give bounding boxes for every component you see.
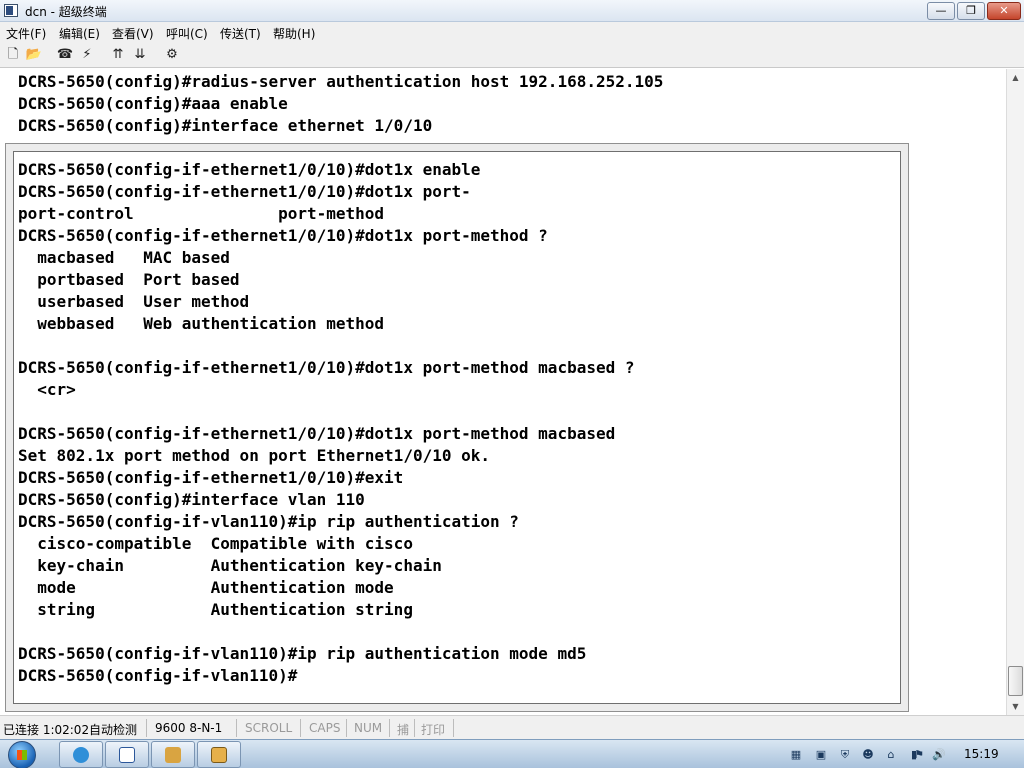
call-icon[interactable]: ☎ xyxy=(56,46,74,63)
status-bar: 已连接 1:02:02 自动检测 9600 8-N-1 SCROLL CAPS … xyxy=(0,715,1024,739)
scroll-up-icon[interactable]: ▲ xyxy=(1007,69,1024,86)
taskbar-word-button[interactable] xyxy=(105,741,149,768)
title-bar[interactable]: dcn - 超级终端 — ❐ ✕ xyxy=(0,0,1024,22)
menu-call[interactable]: 呼叫(C) xyxy=(166,25,208,42)
terminal-line: key-chain Authentication key-chain xyxy=(18,556,442,575)
terminal-line: DCRS-5650(config)#radius-server authenti… xyxy=(18,72,664,91)
ie-icon xyxy=(73,747,89,763)
keyboard-icon[interactable]: ▦ xyxy=(789,748,803,762)
status-divider xyxy=(300,719,301,737)
status-divider xyxy=(236,719,237,737)
flag-icon[interactable]: ⚑ xyxy=(912,748,926,762)
terminal-line: macbased MAC based xyxy=(18,248,230,267)
taskbar: ▦ ▣ ⛨ ☻ ⌂ ▮ ⚑ 🔊 15:19 xyxy=(0,739,1024,768)
terminal-line: mode Authentication mode xyxy=(18,578,394,597)
status-divider xyxy=(346,719,347,737)
disconnect-icon[interactable]: ⚡ xyxy=(78,46,96,63)
hyperterminal-app-icon[interactable] xyxy=(4,4,18,17)
minimize-button[interactable]: — xyxy=(927,2,955,20)
terminal-line: DCRS-5650(config-if-ethernet1/0/10)#dot1… xyxy=(18,160,481,179)
capture-status: 捕 xyxy=(397,723,410,737)
hyperterminal-icon xyxy=(211,747,227,763)
terminal-line: DCRS-5650(config-if-vlan110)#ip rip auth… xyxy=(18,512,519,531)
status-divider xyxy=(453,719,454,737)
vertical-scrollbar[interactable]: ▲ ▼ xyxy=(1006,69,1024,715)
menu-help[interactable]: 帮助(H) xyxy=(273,25,315,42)
caps-lock-status: CAPS xyxy=(309,721,341,735)
scroll-down-icon[interactable]: ▼ xyxy=(1007,698,1024,715)
terminal-line: DCRS-5650(config-if-vlan110)# xyxy=(18,666,298,685)
terminal-line: webbased Web authentication method xyxy=(18,314,385,333)
status-divider xyxy=(414,719,415,737)
terminal-line: userbased User method xyxy=(18,292,250,311)
menu-file[interactable]: 文件(F) xyxy=(6,25,46,42)
box-icon xyxy=(165,747,181,763)
terminal-line: Set 802.1x port method on port Ethernet1… xyxy=(18,446,491,465)
terminal-line: DCRS-5650(config)#interface ethernet 1/0… xyxy=(18,116,433,135)
network-icon[interactable]: ▣ xyxy=(814,748,828,762)
terminal-line: DCRS-5650(config-if-ethernet1/0/10)#dot1… xyxy=(18,424,616,443)
status-divider xyxy=(389,719,390,737)
close-button[interactable]: ✕ xyxy=(987,2,1021,20)
volume-icon[interactable]: 🔊 xyxy=(932,748,946,762)
menu-bar: 文件(F) 编辑(E) 查看(V) 呼叫(C) 传送(T) 帮助(H) xyxy=(0,22,1024,42)
terminal-line: portbased Port based xyxy=(18,270,240,289)
properties-icon[interactable]: ⚙ xyxy=(163,46,181,63)
toolbar: 🗋 📂 ☎ ⚡ ⇈ ⇊ ⚙ xyxy=(0,42,1024,68)
print-status: 打印 xyxy=(421,723,446,737)
shield-icon[interactable]: ⛨ xyxy=(838,748,852,762)
users-icon[interactable]: ☻ xyxy=(861,748,875,762)
word-icon xyxy=(119,747,135,763)
open-folder-icon[interactable]: 📂 xyxy=(25,46,43,63)
maximize-button[interactable]: ❐ xyxy=(957,2,985,20)
taskbar-box-button[interactable] xyxy=(151,741,195,768)
detect-status: 自动检测 xyxy=(89,723,138,737)
receive-icon[interactable]: ⇊ xyxy=(131,46,149,63)
taskbar-clock[interactable]: 15:19 xyxy=(964,747,999,761)
new-file-icon[interactable]: 🗋 xyxy=(4,46,22,63)
taskbar-ie-button[interactable] xyxy=(59,741,103,768)
terminal-line: string Authentication string xyxy=(18,600,413,619)
send-icon[interactable]: ⇈ xyxy=(109,46,127,63)
num-lock-status: NUM xyxy=(354,721,383,735)
terminal-line: <cr> xyxy=(18,380,76,399)
status-divider xyxy=(146,719,147,737)
terminal-line: cisco-compatible Compatible with cisco xyxy=(18,534,413,553)
terminal-area[interactable]: DCRS-5650(config)#radius-server authenti… xyxy=(0,69,1006,715)
terminal-line: DCRS-5650(config)#aaa enable xyxy=(18,94,288,113)
menu-transfer[interactable]: 传送(T) xyxy=(220,25,261,42)
terminal-line: DCRS-5650(config-if-ethernet1/0/10)#exit xyxy=(18,468,404,487)
scroll-lock-status: SCROLL xyxy=(245,721,293,735)
terminal-line: DCRS-5650(config-if-vlan110)#ip rip auth… xyxy=(18,644,587,663)
menu-view[interactable]: 查看(V) xyxy=(112,25,154,42)
terminal-line: DCRS-5650(config)#interface vlan 110 xyxy=(18,490,365,509)
start-button[interactable] xyxy=(8,741,36,768)
window-title: dcn - 超级终端 xyxy=(25,5,107,19)
taskbar-hyperterminal-button[interactable] xyxy=(197,741,241,768)
menu-edit[interactable]: 编辑(E) xyxy=(59,25,100,42)
device-icon[interactable]: ⌂ xyxy=(884,748,898,762)
terminal-line: port-control port-method xyxy=(18,204,385,223)
connection-status: 已连接 1:02:02 xyxy=(3,723,90,737)
terminal-line: DCRS-5650(config-if-ethernet1/0/10)#dot1… xyxy=(18,226,548,245)
flag-icon-hidden xyxy=(912,640,926,654)
port-settings-status: 9600 8-N-1 xyxy=(155,721,223,735)
terminal-line: DCRS-5650(config-if-ethernet1/0/10)#dot1… xyxy=(18,182,471,201)
terminal-line: DCRS-5650(config-if-ethernet1/0/10)#dot1… xyxy=(18,358,635,377)
scrollbar-thumb[interactable] xyxy=(1008,666,1023,696)
